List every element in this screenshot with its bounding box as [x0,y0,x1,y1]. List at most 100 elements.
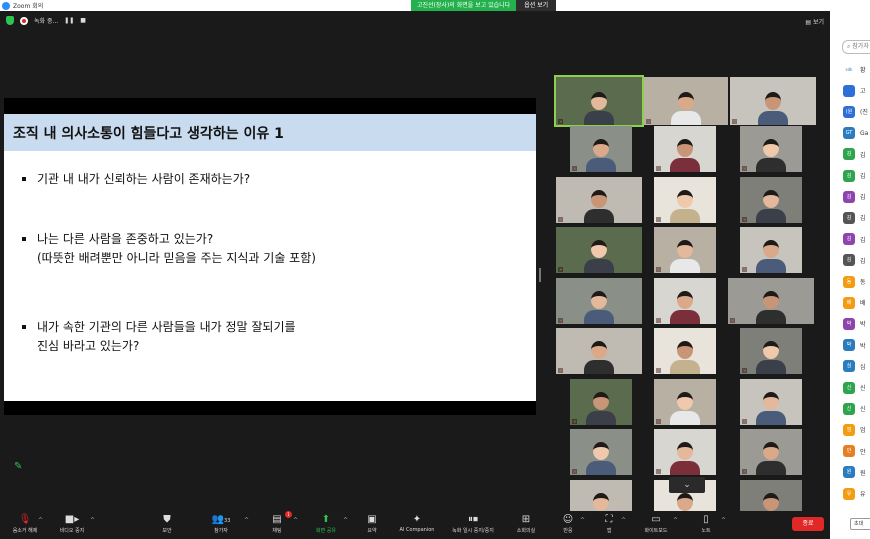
ai-companion-button[interactable]: ✦ AI Companion [395,513,439,533]
participant-list-item[interactable]: GT Ga [843,127,870,140]
participant-list-item[interactable]: 고 [843,84,870,97]
participant-list-item[interactable]: 안안 [843,445,870,458]
reactions-button[interactable]: ☺ 반응 [558,513,578,534]
participants-icon: 👥33 [211,514,231,525]
participant-name: 신 [860,385,866,392]
participant-name: 김 [860,194,866,202]
participants-panel: ⌕ 참가자 sdk 황 고 (원 (진 GT Ga 김 김 김 김 김 김 김 김 김 김 김 김 동 동 배 배 박 박 박 박 심… [830,11,870,539]
participant-head [593,139,609,157]
stop-icon[interactable]: ■ [80,17,86,24]
participant-list-item[interactable]: (원 (진 [843,105,870,118]
participant-list-item[interactable]: 유유 [843,487,870,500]
split-view-handle[interactable] [539,268,541,282]
participant-list-item[interactable]: 박박 [843,317,870,330]
chat-label: 채팅 [272,528,282,534]
share-options-caret[interactable]: ^ [343,517,348,524]
invite-button[interactable]: 초대 [850,518,870,530]
unmute-button[interactable]: 🎙 음소거 해제 [8,513,42,534]
participant-body [670,309,700,324]
participant-head [677,341,693,359]
participant-video-feed [670,240,700,273]
participant-video-feed [586,391,616,425]
participant-video-tile[interactable]: ✕ [654,429,716,475]
participant-video-tile[interactable]: ✕ [740,429,802,475]
shield-icon[interactable] [6,16,14,25]
chat-options-caret[interactable]: ^ [293,517,298,524]
participant-video-tile[interactable]: ✕ [556,328,642,374]
participant-video-tile[interactable]: ✕ [730,77,816,125]
participant-list-item[interactable]: 박박 [843,339,870,352]
annotate-pencil-icon[interactable]: ✎ [14,461,22,472]
participant-video-tile[interactable]: ✕ [728,277,814,324]
participant-video-tile[interactable]: ✕ [570,378,632,425]
security-button[interactable]: ⛊ 보안 [156,513,178,534]
participant-name: 김 [860,236,866,244]
participant-video-tile[interactable]: ✕ [556,227,642,273]
avatar: 동 [843,275,855,288]
microphone-muted-icon: ✕ [742,418,748,424]
pause-icon[interactable]: ❚❚ [64,17,74,24]
notes-options-caret[interactable]: ^ [721,517,726,524]
participant-video-tile[interactable]: ✕ [740,328,802,374]
participant-video-tile[interactable]: ✕ [740,176,802,223]
avatar: 김 [843,211,855,224]
pause-stop-recording-button[interactable]: ⏸⏹ 녹화 일시 중지/중지 [444,513,502,534]
participant-video-tile[interactable]: ✕ [740,126,802,172]
apps-options-caret[interactable]: ^ [621,517,626,524]
participant-list-item[interactable]: 엄엄 [843,423,870,436]
participant-name: 황 [860,67,866,74]
participant-list-item[interactable]: 김김 [843,233,870,246]
participant-list-item[interactable]: sdk 황 [843,63,870,76]
participant-video-tile[interactable]: ✕ [654,227,716,273]
reactions-options-caret[interactable]: ^ [580,517,585,524]
participant-list-item[interactable]: 배배 [843,296,870,309]
summary-button[interactable]: ▣ 요약 [361,513,383,534]
participant-video-tile[interactable]: ✕ [570,126,632,172]
participant-list-item[interactable]: 신신 [843,381,870,394]
avatar: 신 [843,381,855,394]
participant-video-tile[interactable]: ✕ [570,429,632,475]
end-meeting-button[interactable]: 종료 [792,517,824,531]
audio-options-caret[interactable]: ^ [38,517,43,524]
participant-list-item[interactable]: 신신 [843,402,870,415]
participant-list-item[interactable]: 심심 [843,360,870,373]
participant-video-tile[interactable]: ✕ [654,126,716,172]
participants-options-caret[interactable]: ^ [244,517,249,524]
participant-list-item[interactable]: 김김 [843,211,870,224]
view-options-button[interactable]: 옵션 보기 [516,0,557,11]
participant-video-tile[interactable]: ✕ [654,176,716,223]
whiteboard-button[interactable]: ▭ 화이트보드 [639,513,673,534]
microphone-muted-icon: ✕ [558,119,564,124]
participant-video-tile[interactable]: ✕ [554,75,644,127]
video-options-caret[interactable]: ^ [90,517,95,524]
avatar: 유 [843,487,855,500]
participant-list-item[interactable]: 김김 [843,148,870,161]
view-button[interactable]: ▤ 보기 [805,17,824,26]
participant-video-tile[interactable]: ✕ [556,176,642,223]
participant-list-item[interactable]: 동동 [843,275,870,288]
participant-video-tile[interactable]: ✕ [740,378,802,425]
participant-video-tile[interactable]: ✕ [654,277,716,324]
participant-list-item[interactable]: 김김 [843,169,870,182]
participant-video-tile[interactable]: ✕ [654,328,716,374]
participants-button[interactable]: 👥33 참가자 [207,513,235,534]
participant-video-tile[interactable]: ✕ [644,77,728,125]
chat-button[interactable]: ▤ 1 채팅 [266,511,292,534]
apps-button[interactable]: ⛶ 앱 [600,513,618,534]
participant-list-item[interactable]: 김김 [843,254,870,267]
share-screen-button[interactable]: ⬆ 화면 공유 [310,513,342,534]
participant-video-tile[interactable]: ✕ [654,378,716,425]
notes-button[interactable]: ▯ 노트 [697,513,715,534]
participant-body [670,410,700,425]
participant-list-item[interactable]: 김김 [843,190,870,203]
breakout-rooms-button[interactable]: ⊞ 소회의실 [512,513,540,534]
participant-name: 김 [860,151,866,159]
participants-count: 33 [224,518,231,524]
participant-search-input[interactable]: ⌕ 참가자 [842,40,870,54]
whiteboard-options-caret[interactable]: ^ [673,517,678,524]
participant-video-tile[interactable]: ✕ [740,227,802,273]
chevron-down-icon[interactable]: ⌄ [669,477,705,493]
participant-video-tile[interactable]: ✕ [556,277,642,324]
stop-video-button[interactable]: ■▸ 비디오 중지 [54,513,90,534]
participant-list-item[interactable]: 원원 [843,466,870,479]
